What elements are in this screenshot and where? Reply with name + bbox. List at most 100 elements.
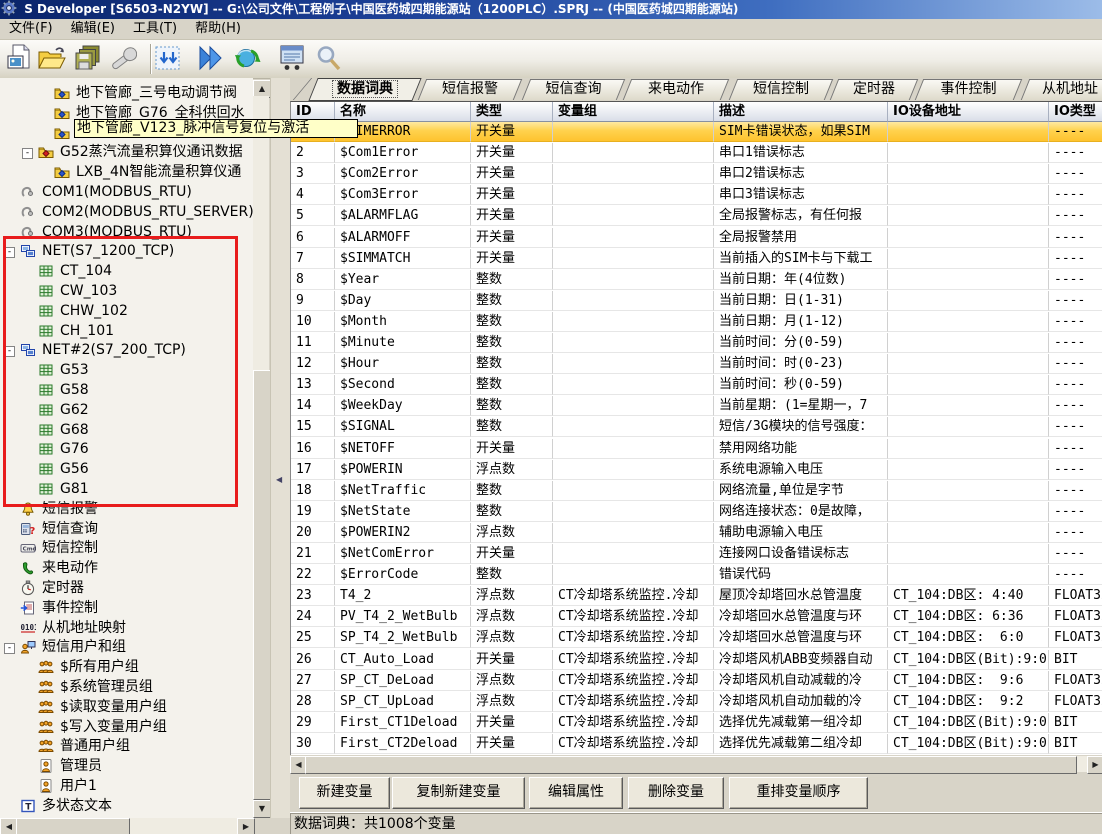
tree-item[interactable]: CH_101: [0, 322, 253, 341]
tree-item[interactable]: CHW_102: [0, 302, 253, 321]
tree-item[interactable]: G76: [0, 440, 253, 459]
table-row[interactable]: 4$Com3Error开关量串口3错误标志----: [291, 185, 1102, 206]
table-scroll-right-button[interactable]: ▶: [1087, 756, 1102, 774]
download-run-button[interactable]: [196, 43, 228, 75]
expander-minus-icon[interactable]: -: [4, 643, 15, 654]
tree-item[interactable]: $所有用户组: [0, 658, 253, 677]
tree-item[interactable]: CT_104: [0, 262, 253, 281]
open-project-button[interactable]: [36, 43, 68, 75]
table-row[interactable]: 8$Year整数当前日期：年(4位数)----: [291, 270, 1102, 291]
table-row[interactable]: 25SP_T4_2_WetBulb浮点数CT冷却塔系统监控.冷却冷却塔回水总管温…: [291, 628, 1102, 649]
tree-item[interactable]: $写入变量用户组: [0, 718, 253, 737]
action-button-新建变量[interactable]: 新建变量: [299, 777, 390, 809]
column-header-类型[interactable]: 类型: [471, 102, 553, 122]
tree-item[interactable]: Cmd短信控制: [0, 539, 253, 558]
column-header-变量组[interactable]: 变量组: [553, 102, 714, 122]
tree-item[interactable]: COM1(MODBUS_RTU): [0, 183, 253, 202]
table-row[interactable]: 28SP_CT_UpLoad浮点数CT冷却塔系统监控.冷却冷却塔风机自动加载的冷…: [291, 692, 1102, 713]
table-row[interactable]: 12$Hour整数当前时间：时(0-23)----: [291, 354, 1102, 375]
menu-item-3[interactable]: 帮助(H): [186, 19, 250, 39]
tree-item[interactable]: -G52蒸汽流量积算仪通讯数据: [0, 143, 253, 162]
table-row[interactable]: 14$WeekDay整数当前星期：(1=星期一，7----: [291, 396, 1102, 417]
device-monitor-button[interactable]: [276, 43, 308, 75]
tree-item[interactable]: G62: [0, 401, 253, 420]
table-row[interactable]: 18$NetTraffic整数网络流量,单位是字节----: [291, 481, 1102, 502]
action-button-重排变量顺序[interactable]: 重排变量顺序: [729, 777, 868, 809]
menu-item-0[interactable]: 文件(F): [0, 19, 62, 39]
tree-item[interactable]: COM3(MODBUS_RTU): [0, 223, 253, 242]
tree-item[interactable]: CW_103: [0, 282, 253, 301]
action-button-复制新建变量[interactable]: 复制新建变量: [392, 777, 525, 809]
tree-item[interactable]: T多状态文本: [0, 797, 253, 816]
table-row[interactable]: 15$SIGNAL整数短信/3G模块的信号强度：----: [291, 417, 1102, 438]
table-row[interactable]: 11$Minute整数当前时间：分(0-59)----: [291, 333, 1102, 354]
tree-item[interactable]: 0101从机地址映射: [0, 619, 253, 638]
tree-item[interactable]: G58: [0, 381, 253, 400]
tree-item[interactable]: 管理员: [0, 757, 253, 776]
table-row[interactable]: 22$ErrorCode整数错误代码----: [291, 565, 1102, 586]
column-header-IO类型[interactable]: IO类型: [1049, 102, 1102, 122]
tree-item[interactable]: 地下管廊_三号电动调节阀: [0, 84, 253, 103]
save-button[interactable]: [72, 43, 104, 75]
table-row[interactable]: 3$Com2Error开关量串口2错误标志----: [291, 164, 1102, 185]
table-row[interactable]: 10$Month整数当前日期：月(1-12)----: [291, 312, 1102, 333]
tree-item[interactable]: ?短信查询: [0, 520, 253, 539]
tree-item[interactable]: G81: [0, 480, 253, 499]
sync-globe-button[interactable]: [232, 43, 264, 75]
table-row[interactable]: 2$Com1Error开关量串口1错误标志----: [291, 143, 1102, 164]
table-row[interactable]: 17$POWERIN浮点数系统电源输入电压----: [291, 460, 1102, 481]
tree-scroll-down-button[interactable]: ▼: [253, 800, 271, 818]
tree-item[interactable]: 来电动作: [0, 559, 253, 578]
tab-来电动作[interactable]: 来电动作: [627, 79, 725, 100]
tree-item[interactable]: $读取变量用户组: [0, 698, 253, 717]
action-button-编辑属性[interactable]: 编辑属性: [529, 777, 623, 809]
tree-item[interactable]: 普通用户组: [0, 737, 253, 756]
tab-事件控制[interactable]: 事件控制: [919, 79, 1018, 100]
tree-item[interactable]: G56: [0, 460, 253, 479]
table-row[interactable]: 27SP_CT_DeLoad浮点数CT冷却塔系统监控.冷却冷却塔风机自动减载的冷…: [291, 671, 1102, 692]
table-row[interactable]: 20$POWERIN2浮点数辅助电源输入电压----: [291, 523, 1102, 544]
table-row[interactable]: 9$Day整数当前日期：日(1-31)----: [291, 291, 1102, 312]
tree-item[interactable]: $系统管理员组: [0, 678, 253, 697]
expander-minus-icon[interactable]: -: [4, 247, 15, 258]
table-row[interactable]: 21$NetComError开关量连接网口设备错误标志----: [291, 544, 1102, 565]
table-row[interactable]: 23T4_2浮点数CT冷却塔系统监控.冷却屋顶冷却塔回水总管温度CT_104:D…: [291, 586, 1102, 607]
tree-item[interactable]: 短信报警: [0, 500, 253, 519]
tree-scroll-right-button[interactable]: ▶: [237, 818, 255, 834]
table-row[interactable]: 16$NETOFF开关量禁用网络功能----: [291, 439, 1102, 460]
tree-item[interactable]: LXB_4N智能流量积算仪通: [0, 163, 253, 182]
table-row[interactable]: 7$SIMMATCH开关量当前插入的SIM卡与下载工----: [291, 249, 1102, 270]
data-grid-button[interactable]: [152, 43, 184, 75]
table-row[interactable]: 6$ALARMOFF开关量全局报警禁用----: [291, 228, 1102, 249]
table-row[interactable]: 29First_CT1Deload开关量CT冷却塔系统监控.冷却选择优先减载第一…: [291, 713, 1102, 734]
tab-短信报警[interactable]: 短信报警: [422, 79, 518, 100]
menu-item-1[interactable]: 编辑(E): [62, 19, 124, 39]
menu-item-2[interactable]: 工具(T): [124, 19, 186, 39]
table-row[interactable]: 26CT_Auto_Load开关量CT冷却塔系统监控.冷却冷却塔风机ABB变频器…: [291, 650, 1102, 671]
table-row[interactable]: 13$Second整数当前时间：秒(0-59)----: [291, 375, 1102, 396]
tab-短信控制[interactable]: 短信控制: [733, 79, 829, 100]
table-row[interactable]: 30First_CT2Deload开关量CT冷却塔系统监控.冷却选择优先减载第二…: [291, 734, 1102, 755]
table-row[interactable]: 24PV_T4_2_WetBulb浮点数CT冷却塔系统监控.冷却冷却塔回水总管温…: [291, 607, 1102, 628]
column-header-IO设备地址[interactable]: IO设备地址: [888, 102, 1049, 122]
tree-vscrollbar-thumb[interactable]: [253, 370, 271, 800]
tree-hscrollbar-thumb[interactable]: [16, 818, 130, 834]
table-hscrollbar-thumb[interactable]: [305, 756, 1077, 774]
splitter-collapse-icon[interactable]: ◀: [276, 468, 285, 492]
expander-minus-icon[interactable]: -: [22, 148, 33, 159]
new-file-button[interactable]: [4, 43, 36, 75]
tree-item[interactable]: G53: [0, 361, 253, 380]
column-header-描述[interactable]: 描述: [714, 102, 888, 122]
tree-item[interactable]: -NET(S7_1200_TCP): [0, 242, 253, 261]
action-button-删除变量[interactable]: 删除变量: [628, 777, 724, 809]
panel-splitter[interactable]: [270, 78, 292, 818]
tab-数据词典[interactable]: 数据词典: [313, 78, 417, 101]
tab-从机地址[interactable]: 从机地址: [1025, 79, 1102, 100]
expander-minus-icon[interactable]: -: [4, 346, 15, 357]
tree-item[interactable]: COM2(MODBUS_RTU_SERVER): [0, 203, 253, 222]
tab-短信查询[interactable]: 短信查询: [526, 79, 621, 100]
tree-item[interactable]: -NET#2(S7_200_TCP): [0, 341, 253, 360]
settings-wrench-button[interactable]: [106, 43, 138, 75]
table-row[interactable]: 5$ALARMFLAG开关量全局报警标志，有任何报----: [291, 206, 1102, 227]
tree-item[interactable]: 用户1: [0, 777, 253, 796]
